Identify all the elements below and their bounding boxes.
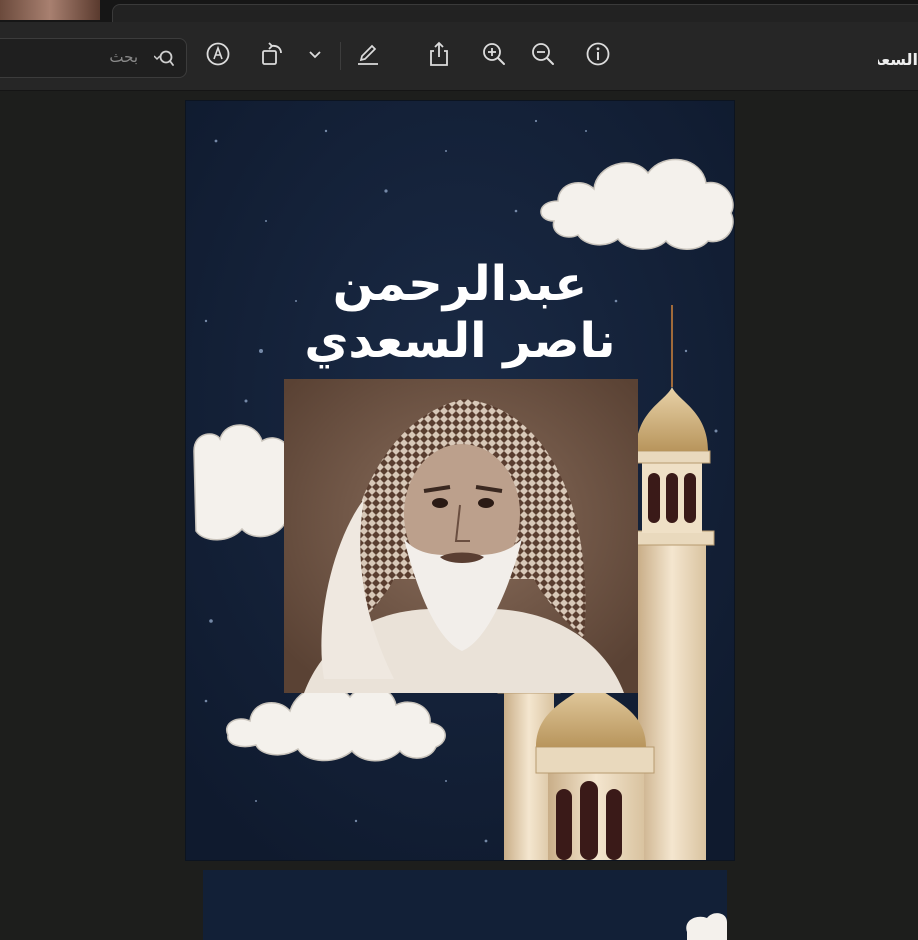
pencil-icon bbox=[358, 44, 378, 65]
share-icon bbox=[430, 41, 448, 66]
zoom-out-icon bbox=[532, 43, 554, 65]
info-icon bbox=[586, 42, 610, 66]
rotate-button[interactable] bbox=[258, 40, 286, 68]
zoom-in-icon bbox=[483, 43, 505, 65]
other-window-thumbnail[interactable] bbox=[0, 0, 100, 20]
info-button[interactable] bbox=[584, 40, 612, 68]
document-page[interactable]: عبدالرحمن ناصر السعدي bbox=[186, 101, 734, 860]
markup-icon bbox=[206, 42, 230, 66]
window-title: السعدي bbox=[878, 50, 918, 69]
heading-line-2: ناصر السعدي bbox=[304, 313, 616, 369]
zoom-in-button[interactable] bbox=[480, 40, 508, 68]
rotate-menu-button[interactable] bbox=[305, 40, 325, 68]
share-button[interactable] bbox=[425, 40, 453, 68]
document-page-2[interactable] bbox=[203, 870, 727, 940]
window-top-strip bbox=[0, 0, 918, 25]
chevron-down-icon bbox=[309, 51, 321, 59]
preview-toolbar: بحث السع bbox=[0, 22, 918, 91]
zoom-out-button[interactable] bbox=[529, 40, 557, 68]
rotate-icon bbox=[262, 42, 282, 65]
page-2-artwork bbox=[203, 870, 727, 940]
markup-button[interactable] bbox=[204, 40, 232, 68]
heading-line-1: عبدالرحمن bbox=[332, 256, 588, 312]
search-icon bbox=[154, 50, 174, 66]
search-placeholder: بحث bbox=[109, 48, 138, 66]
toolbar-separator bbox=[340, 42, 341, 70]
sheikh-portrait bbox=[284, 379, 638, 693]
search-field[interactable]: بحث bbox=[0, 38, 187, 78]
annotate-button[interactable] bbox=[354, 40, 382, 68]
